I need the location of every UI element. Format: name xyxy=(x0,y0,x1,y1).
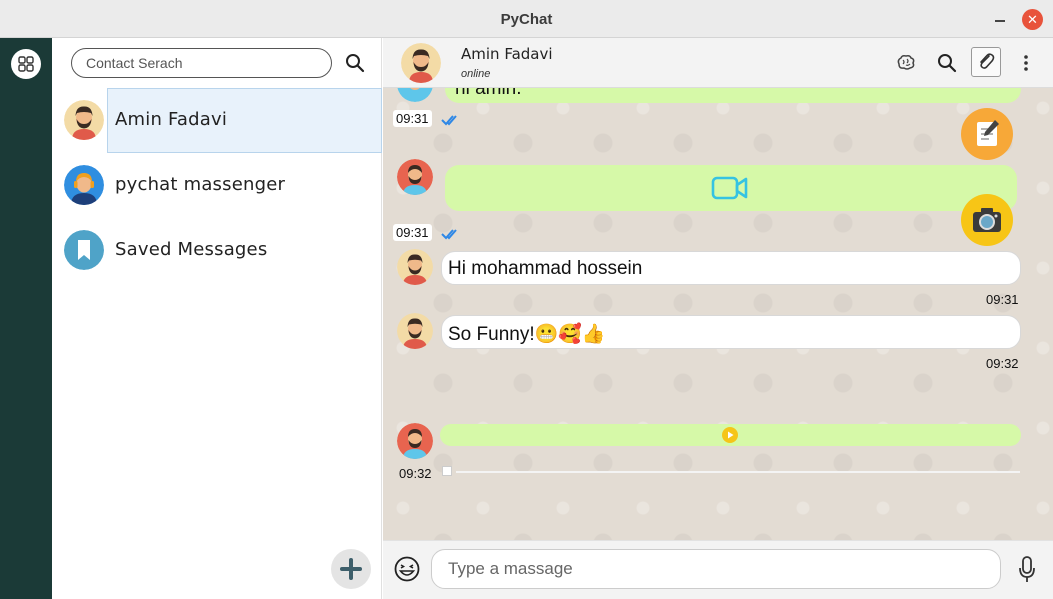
contact-name: pychat massenger xyxy=(115,174,286,195)
message-time: 09:32 xyxy=(986,356,1019,371)
play-icon[interactable] xyxy=(721,426,739,444)
contacts-pane: Amin Fadavi pychat massenger xyxy=(52,38,382,599)
attach-button[interactable] xyxy=(971,47,1001,77)
read-receipt-icon xyxy=(441,115,457,126)
notes-fab[interactable] xyxy=(961,108,1013,160)
contact-name: Amin Fadavi xyxy=(115,109,228,130)
message-bubble[interactable]: hi amin. xyxy=(445,88,1021,103)
camera-fab[interactable] xyxy=(961,194,1013,246)
avatar xyxy=(397,313,433,349)
microphone-button[interactable] xyxy=(1017,555,1037,585)
video-message-bubble[interactable] xyxy=(445,165,1017,211)
bookmark-icon xyxy=(64,230,104,270)
contact-item-pychat-massenger[interactable]: pychat massenger xyxy=(52,153,382,218)
message-text: Hi mohammad hossein xyxy=(448,258,643,279)
paperclip-icon xyxy=(980,53,995,69)
brain-icon[interactable] xyxy=(894,51,918,75)
chat-contact-name: Amin Fadavi xyxy=(461,45,553,63)
voice-message-bubble[interactable] xyxy=(440,424,1021,446)
note-icon xyxy=(977,120,999,146)
avatar xyxy=(64,100,104,140)
message-text: hi amin. xyxy=(455,88,522,99)
voice-progress-track[interactable] xyxy=(456,471,1020,473)
apps-button[interactable] xyxy=(11,49,41,79)
avatar xyxy=(397,88,433,102)
read-receipt-icon xyxy=(441,229,457,240)
avatar xyxy=(397,249,433,285)
message-bubble[interactable]: So Funny!😬🥰👍 xyxy=(441,315,1021,349)
contact-item-saved-messages[interactable]: Saved Messages xyxy=(52,218,382,283)
chat-area[interactable]: hi amin. 09:31 09:31 Hi mohammad hossein… xyxy=(383,88,1053,540)
chat-contact-status: online xyxy=(461,68,491,80)
contact-item-amin-fadavi[interactable]: Amin Fadavi xyxy=(52,88,382,153)
emoji-button[interactable] xyxy=(393,555,421,583)
message-time: 09:31 xyxy=(393,224,432,241)
avatar xyxy=(397,423,433,459)
contact-search-input[interactable] xyxy=(71,48,332,78)
message-composer xyxy=(383,540,1053,599)
emoji-icon xyxy=(394,556,420,582)
avatar[interactable] xyxy=(401,43,441,83)
minimize-icon[interactable] xyxy=(992,10,1008,26)
avatar xyxy=(64,165,104,205)
add-contact-button[interactable] xyxy=(331,549,371,589)
title-bar: PyChat ✕ xyxy=(0,0,1053,38)
grid-icon xyxy=(18,56,34,72)
close-icon[interactable]: ✕ xyxy=(1022,9,1043,30)
contact-name: Saved Messages xyxy=(115,239,268,260)
video-icon xyxy=(711,176,748,200)
camera-icon xyxy=(973,208,1001,232)
message-text: So Funny!😬🥰👍 xyxy=(448,324,606,345)
message-input[interactable] xyxy=(431,549,1001,589)
more-menu-icon[interactable] xyxy=(1014,51,1038,75)
left-rail xyxy=(0,38,52,599)
microphone-icon xyxy=(1019,556,1035,582)
avatar xyxy=(397,159,433,195)
message-time: 09:31 xyxy=(393,110,432,127)
message-time: 09:32 xyxy=(399,466,432,481)
voice-progress-handle[interactable] xyxy=(442,466,452,476)
contact-list: Amin Fadavi pychat massenger Saved Messa… xyxy=(52,88,382,283)
search-button[interactable] xyxy=(343,51,367,75)
message-bubble[interactable]: Hi mohammad hossein xyxy=(441,251,1021,285)
chat-header: Amin Fadavi online xyxy=(383,38,1053,88)
search-icon xyxy=(346,54,365,73)
window-title: PyChat xyxy=(500,11,553,28)
message-time: 09:31 xyxy=(986,292,1019,307)
search-icon[interactable] xyxy=(935,51,959,75)
